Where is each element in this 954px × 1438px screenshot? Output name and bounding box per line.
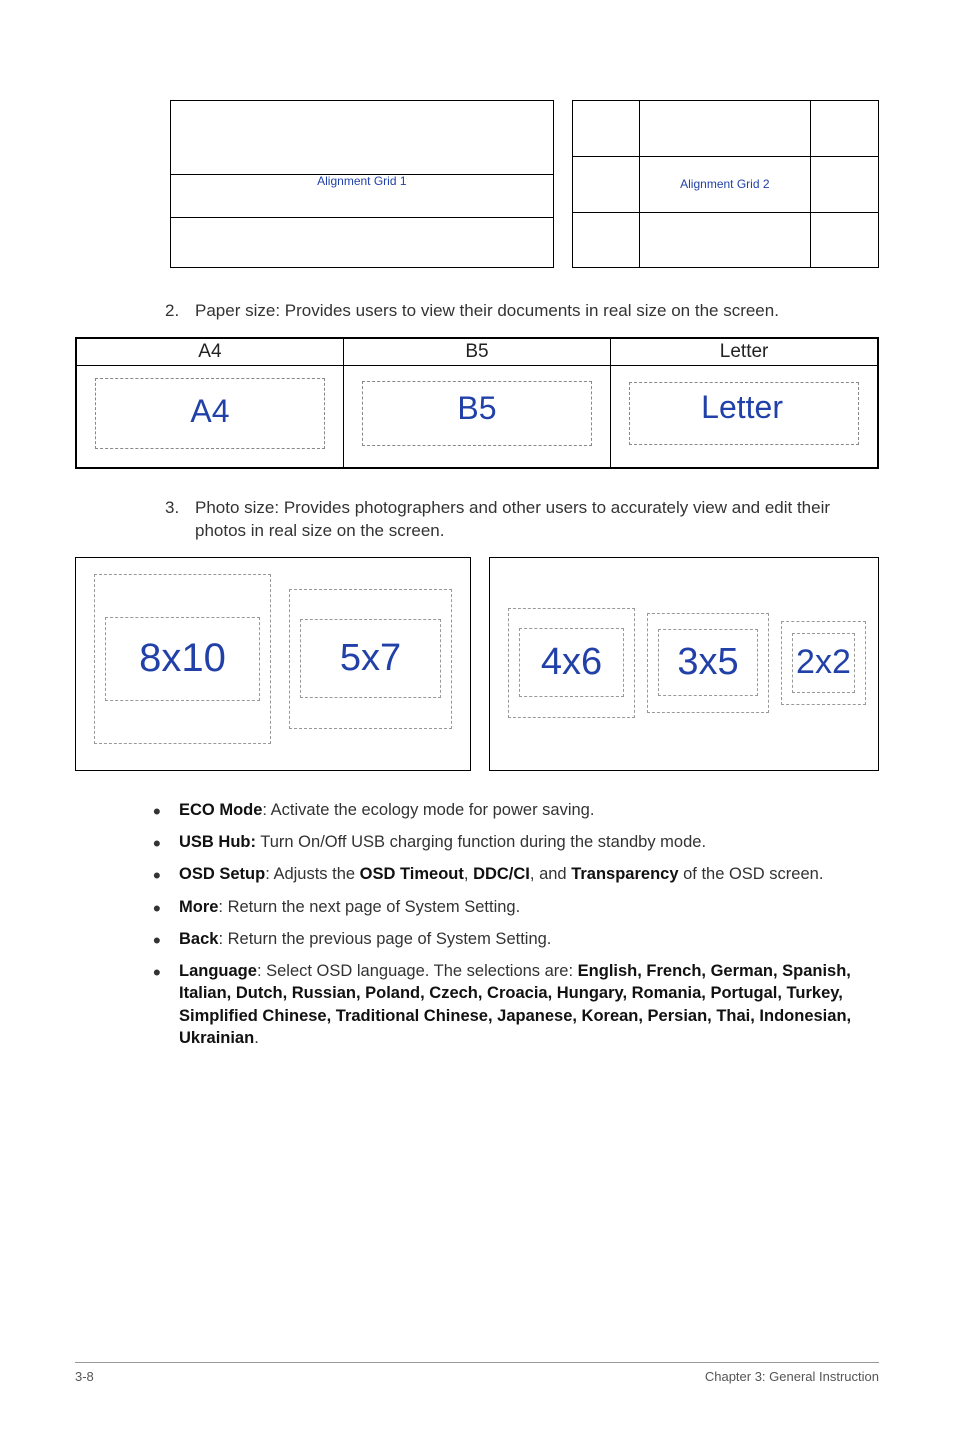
photo-label-2x2: 2x2 xyxy=(796,643,851,682)
photo-box-3x5: 3x5 xyxy=(647,613,769,713)
list-item-2: 2. Paper size: Provides users to view th… xyxy=(165,300,879,323)
page-footer: 3-8 Chapter 3: General Instruction xyxy=(75,1362,879,1384)
photo-inner: 3x5 xyxy=(658,629,758,696)
photo-inner: 5x7 xyxy=(300,619,441,698)
bullet-bold: OSD Setup xyxy=(179,865,265,883)
alignment-grid-figure: Alignment Grid 1 Alignment Grid 2 xyxy=(170,100,879,268)
photo-label-4x6: 4x6 xyxy=(541,641,602,684)
bullet-bold: Transparency xyxy=(571,865,678,883)
paper-cell-b5: B5 xyxy=(343,365,610,468)
paper-label-a4: A4 xyxy=(190,393,229,429)
paper-box: Letter xyxy=(629,382,859,445)
bullet-text: : Select OSD language. The selections ar… xyxy=(257,962,578,980)
photo-panel-right: 4x6 3x5 2x2 xyxy=(489,557,879,771)
list-item-number: 3. xyxy=(165,497,195,543)
bullet-text: of the OSD screen. xyxy=(679,865,824,883)
photo-label-5x7: 5x7 xyxy=(340,637,401,680)
bullet-back: Back: Return the previous page of System… xyxy=(145,928,869,950)
photo-label-8x10: 8x10 xyxy=(139,636,226,681)
bullet-bold: DDC/CI xyxy=(473,865,530,883)
bullet-bold: ECO Mode xyxy=(179,801,262,819)
photo-label-3x5: 3x5 xyxy=(677,641,738,684)
bullet-bold: More xyxy=(179,898,218,916)
chapter-title: Chapter 3: General Instruction xyxy=(705,1369,879,1384)
photo-inner: 4x6 xyxy=(519,628,624,697)
bullet-language: Language: Select OSD language. The selec… xyxy=(145,960,869,1049)
paper-box: B5 xyxy=(362,381,592,446)
paper-size-table: A4 B5 Letter A4 B5 Letter xyxy=(75,337,879,469)
bullet-text: : Adjusts the xyxy=(265,865,359,883)
paper-label-b5: B5 xyxy=(457,390,496,426)
bullet-text: Turn On/Off USB charging function during… xyxy=(256,833,706,851)
bullet-osd-setup: OSD Setup: Adjusts the OSD Timeout, DDC/… xyxy=(145,863,869,885)
bullet-text: , xyxy=(464,865,473,883)
list-item-text: Paper size: Provides users to view their… xyxy=(195,300,869,323)
bullet-text: : Return the next page of System Setting… xyxy=(218,898,520,916)
photo-inner: 8x10 xyxy=(105,617,260,701)
photo-box-2x2: 2x2 xyxy=(781,621,866,705)
page-number: 3-8 xyxy=(75,1369,94,1384)
divider xyxy=(362,217,553,218)
bullet-text: : Activate the ecology mode for power sa… xyxy=(262,801,594,819)
list-item-number: 2. xyxy=(165,300,195,323)
alignment-grid-1-panel: Alignment Grid 1 xyxy=(170,100,554,268)
photo-panel-left: 8x10 5x7 xyxy=(75,557,471,771)
paper-header-letter: Letter xyxy=(611,338,878,366)
paper-box: A4 xyxy=(95,378,325,449)
alignment-grid-2-panel: Alignment Grid 2 xyxy=(572,100,879,268)
bullet-bold: Back xyxy=(179,930,218,948)
feature-bullet-list: ECO Mode: Activate the ecology mode for … xyxy=(145,799,879,1049)
paper-header-b5: B5 xyxy=(343,338,610,366)
photo-box-8x10: 8x10 xyxy=(94,574,271,744)
alignment-grid-2-label: Alignment Grid 2 xyxy=(680,177,769,191)
bullet-more: More: Return the next page of System Set… xyxy=(145,896,869,918)
paper-cell-letter: Letter xyxy=(611,365,878,468)
paper-header-a4: A4 xyxy=(76,338,343,366)
bullet-usb-hub: USB Hub: Turn On/Off USB charging functi… xyxy=(145,831,869,853)
bullet-bold: Language xyxy=(179,962,257,980)
photo-size-figure: 8x10 5x7 4x6 3x5 2x2 xyxy=(75,557,879,771)
photo-box-4x6: 4x6 xyxy=(508,608,635,718)
paper-cell-a4: A4 xyxy=(76,365,343,468)
photo-inner: 2x2 xyxy=(792,633,855,692)
bullet-text: . xyxy=(254,1029,259,1047)
bullet-eco-mode: ECO Mode: Activate the ecology mode for … xyxy=(145,799,869,821)
bullet-bold: USB Hub: xyxy=(179,833,256,851)
bullet-bold: OSD Timeout xyxy=(360,865,464,883)
photo-box-5x7: 5x7 xyxy=(289,589,452,729)
divider xyxy=(171,217,362,218)
list-item-text: Photo size: Provides photographers and o… xyxy=(195,497,869,543)
list-item-3: 3. Photo size: Provides photographers an… xyxy=(165,497,879,543)
bullet-text: , and xyxy=(530,865,571,883)
bullet-text: : Return the previous page of System Set… xyxy=(218,930,551,948)
paper-label-letter: Letter xyxy=(701,389,783,425)
alignment-grid-1-label: Alignment Grid 1 xyxy=(317,174,406,188)
